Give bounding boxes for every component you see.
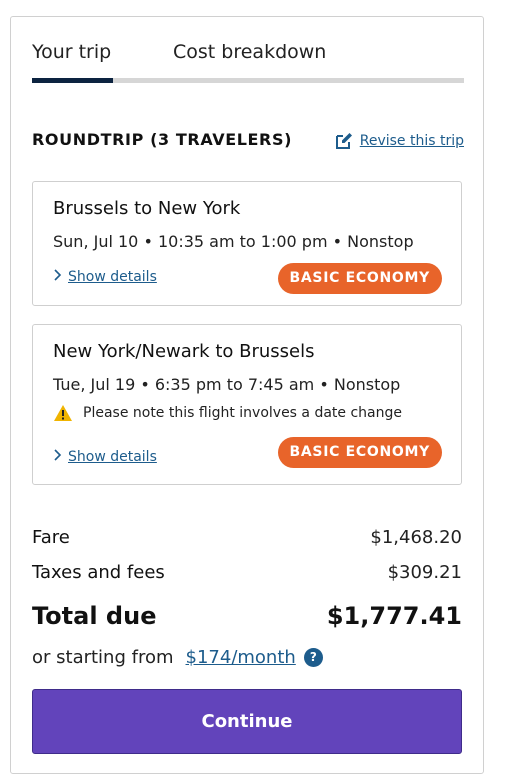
show-details-link[interactable]: Show details (53, 269, 157, 285)
flight-route: New York/Newark to Brussels (53, 341, 315, 362)
flight-times: Tue, Jul 19 • 6:35 pm to 7:45 am • Nonst… (53, 375, 401, 394)
revise-trip-label[interactable]: Revise this trip (360, 133, 464, 149)
flight-route: Brussels to New York (53, 198, 241, 219)
fare-label: Fare (32, 527, 70, 548)
date-change-warning: Please note this flight involves a date … (53, 404, 402, 422)
taxes-label: Taxes and fees (32, 562, 165, 583)
tab-active-indicator (32, 78, 113, 83)
edit-icon (334, 131, 354, 151)
total-row: Total due $1,777.41 (32, 602, 462, 630)
total-amount: $1,777.41 (326, 602, 462, 630)
help-icon[interactable]: ? (303, 648, 323, 667)
warning-icon (53, 404, 73, 422)
financing-prefix: or starting from (32, 647, 174, 668)
tab-bar: Your trip Cost breakdown (32, 39, 464, 87)
chevron-right-icon (53, 269, 65, 285)
warning-text: Please note this flight involves a date … (83, 405, 402, 421)
chevron-right-icon (53, 449, 65, 465)
tab-your-trip[interactable]: Your trip (32, 41, 111, 63)
trip-summary-panel: Your trip Cost breakdown ROUNDTRIP (3 TR… (10, 16, 484, 774)
show-details-link[interactable]: Show details (53, 449, 157, 465)
flight-times: Sun, Jul 10 • 10:35 am to 1:00 pm • Nons… (53, 232, 414, 251)
trip-header: ROUNDTRIP (3 TRAVELERS) Revise this trip (32, 129, 464, 153)
revise-trip-link[interactable]: Revise this trip (334, 129, 464, 153)
total-label: Total due (32, 602, 157, 630)
flight-card-outbound: Brussels to New York Sun, Jul 10 • 10:35… (32, 181, 462, 306)
show-details-label[interactable]: Show details (68, 269, 157, 285)
financing-line: or starting from $174/month ? (32, 647, 323, 668)
trip-type-title: ROUNDTRIP (3 TRAVELERS) (32, 130, 293, 149)
show-details-label[interactable]: Show details (68, 449, 157, 465)
fare-class-badge: BASIC ECONOMY (277, 437, 442, 468)
fare-row: Fare $1,468.20 (32, 527, 462, 548)
taxes-amount: $309.21 (387, 562, 462, 583)
flight-card-return: New York/Newark to Brussels Tue, Jul 19 … (32, 324, 462, 485)
fare-amount: $1,468.20 (370, 527, 462, 548)
fare-class-badge: BASIC ECONOMY (277, 263, 442, 294)
monthly-payment-link[interactable]: $174/month (186, 647, 296, 668)
continue-button[interactable]: Continue (32, 689, 462, 754)
taxes-row: Taxes and fees $309.21 (32, 562, 462, 583)
tab-cost-breakdown[interactable]: Cost breakdown (173, 41, 326, 63)
